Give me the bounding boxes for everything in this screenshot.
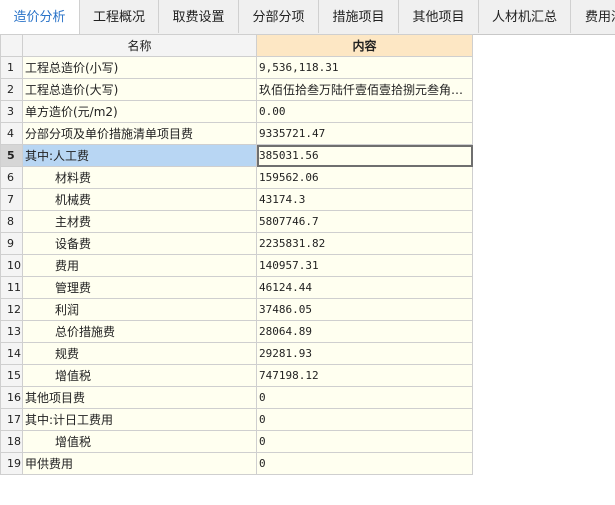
row-value[interactable]: 43174.3: [256, 188, 473, 211]
tab-divisional-items[interactable]: 分部分项: [239, 0, 319, 33]
row-number: 10: [0, 254, 23, 277]
row-number: 2: [0, 78, 23, 101]
cost-analysis-table: 名称 内容 1 工程总造价(小写) 9,536,118.31 2 工程总造价(大…: [0, 34, 473, 475]
row-name[interactable]: 材料费: [22, 166, 257, 189]
row-number: 17: [0, 408, 23, 431]
header-corner: [0, 34, 23, 57]
table-row[interactable]: 17 其中:计日工费用 0: [0, 408, 473, 431]
row-value[interactable]: 140957.31: [256, 254, 473, 277]
row-name[interactable]: 主材费: [22, 210, 257, 233]
tab-labor-material-summary[interactable]: 人材机汇总: [479, 0, 571, 33]
row-name[interactable]: 工程总造价(大写): [22, 78, 257, 101]
row-value[interactable]: 5807746.7: [256, 210, 473, 233]
tab-fee-settings[interactable]: 取费设置: [159, 0, 239, 33]
tab-cost-analysis[interactable]: 造价分析: [0, 0, 80, 34]
table-row[interactable]: 2 工程总造价(大写) 玖佰伍拾叁万陆仟壹佰壹拾捌元叁角壹分: [0, 78, 473, 101]
table-row[interactable]: 4 分部分项及单价措施清单项目费 9335721.47: [0, 122, 473, 145]
table-row[interactable]: 11 管理费 46124.44: [0, 276, 473, 299]
row-value[interactable]: 37486.05: [256, 298, 473, 321]
row-number: 9: [0, 232, 23, 255]
row-value[interactable]: 2235831.82: [256, 232, 473, 255]
row-name[interactable]: 分部分项及单价措施清单项目费: [22, 122, 257, 145]
row-value[interactable]: 28064.89: [256, 320, 473, 343]
tab-other-items[interactable]: 其他项目: [399, 0, 479, 33]
row-value[interactable]: 747198.12: [256, 364, 473, 387]
header-name[interactable]: 名称: [22, 34, 257, 57]
row-value[interactable]: 9335721.47: [256, 122, 473, 145]
row-value[interactable]: 9,536,118.31: [256, 56, 473, 79]
row-name[interactable]: 工程总造价(小写): [22, 56, 257, 79]
table-row[interactable]: 1 工程总造价(小写) 9,536,118.31: [0, 56, 473, 79]
row-name[interactable]: 其他项目费: [22, 386, 257, 409]
tab-measure-items[interactable]: 措施项目: [319, 0, 399, 33]
row-name[interactable]: 其中:人工费: [22, 144, 257, 167]
row-name[interactable]: 机械费: [22, 188, 257, 211]
table-row[interactable]: 10 费用 140957.31: [0, 254, 473, 277]
tab-project-overview[interactable]: 工程概况: [80, 0, 159, 33]
table-header-row: 名称 内容: [0, 34, 473, 57]
row-name[interactable]: 规费: [22, 342, 257, 365]
table-row[interactable]: 13 总价措施费 28064.89: [0, 320, 473, 343]
row-name[interactable]: 利润: [22, 298, 257, 321]
row-value[interactable]: 46124.44: [256, 276, 473, 299]
table-row[interactable]: 8 主材费 5807746.7: [0, 210, 473, 233]
row-number: 4: [0, 122, 23, 145]
row-value-active-cell[interactable]: 385031.56: [256, 144, 473, 167]
table-row[interactable]: 3 单方造价(元/m2) 0.00: [0, 100, 473, 123]
row-number: 6: [0, 166, 23, 189]
row-value[interactable]: 0: [256, 408, 473, 431]
row-value[interactable]: 29281.93: [256, 342, 473, 365]
row-name[interactable]: 费用: [22, 254, 257, 277]
table-row[interactable]: 12 利润 37486.05: [0, 298, 473, 321]
table-row[interactable]: 15 增值税 747198.12: [0, 364, 473, 387]
row-name[interactable]: 单方造价(元/m2): [22, 100, 257, 123]
table-row-selected[interactable]: 5 其中:人工费 385031.56: [0, 144, 473, 167]
row-number: 7: [0, 188, 23, 211]
row-value[interactable]: 159562.06: [256, 166, 473, 189]
table-row[interactable]: 19 甲供费用 0: [0, 452, 473, 475]
row-value[interactable]: 0: [256, 452, 473, 475]
row-name[interactable]: 增值税: [22, 364, 257, 387]
table-row[interactable]: 14 规费 29281.93: [0, 342, 473, 365]
row-number: 19: [0, 452, 23, 475]
row-name[interactable]: 其中:计日工费用: [22, 408, 257, 431]
table-row[interactable]: 6 材料费 159562.06: [0, 166, 473, 189]
row-number: 5: [0, 144, 23, 167]
row-number: 11: [0, 276, 23, 299]
row-number: 3: [0, 100, 23, 123]
table-row[interactable]: 9 设备费 2235831.82: [0, 232, 473, 255]
row-name[interactable]: 总价措施费: [22, 320, 257, 343]
row-number: 13: [0, 320, 23, 343]
header-content[interactable]: 内容: [256, 34, 473, 57]
tab-bar: 造价分析 工程概况 取费设置 分部分项 措施项目 其他项目 人材机汇总 费用汇: [0, 0, 615, 35]
row-number: 12: [0, 298, 23, 321]
row-number: 14: [0, 342, 23, 365]
table-row[interactable]: 18 增值税 0: [0, 430, 473, 453]
row-name[interactable]: 增值税: [22, 430, 257, 453]
row-name[interactable]: 管理费: [22, 276, 257, 299]
row-name[interactable]: 设备费: [22, 232, 257, 255]
row-name[interactable]: 甲供费用: [22, 452, 257, 475]
row-number: 16: [0, 386, 23, 409]
tab-fee-summary[interactable]: 费用汇: [571, 0, 615, 33]
row-number: 8: [0, 210, 23, 233]
row-value[interactable]: 0.00: [256, 100, 473, 123]
row-value[interactable]: 0: [256, 386, 473, 409]
row-number: 15: [0, 364, 23, 387]
row-value[interactable]: 玖佰伍拾叁万陆仟壹佰壹拾捌元叁角壹分: [256, 78, 473, 101]
row-number: 18: [0, 430, 23, 453]
row-number: 1: [0, 56, 23, 79]
table-row[interactable]: 7 机械费 43174.3: [0, 188, 473, 211]
row-value[interactable]: 0: [256, 430, 473, 453]
table-row[interactable]: 16 其他项目费 0: [0, 386, 473, 409]
